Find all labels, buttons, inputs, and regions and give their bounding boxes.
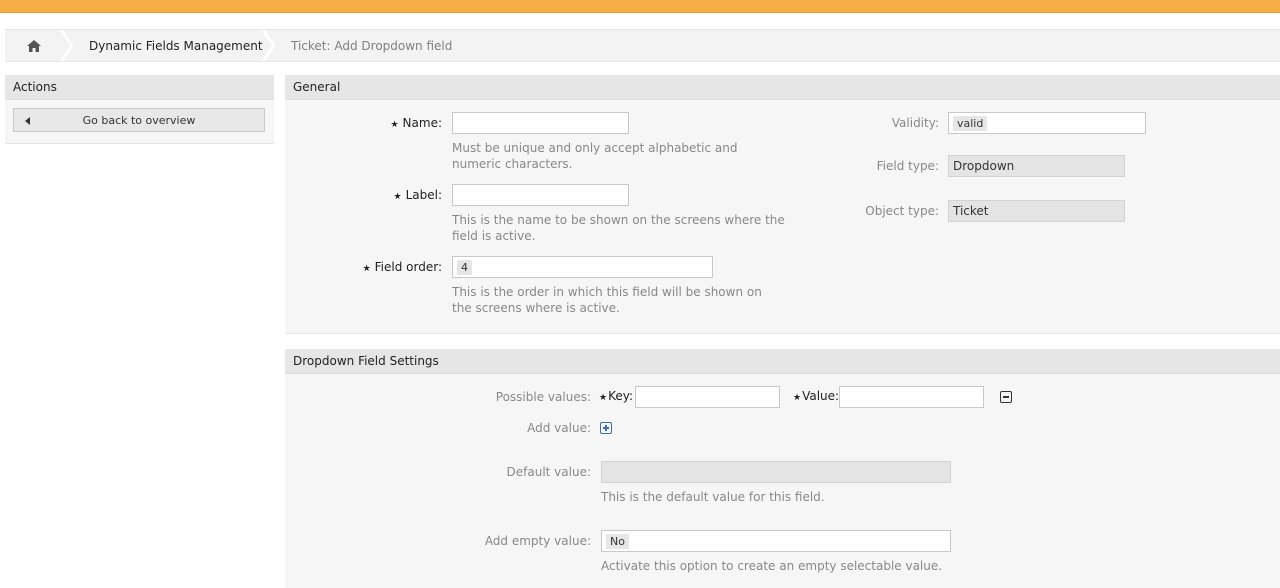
- possible-values-label: Possible values:: [495, 390, 591, 404]
- value-label: ★Value:: [793, 389, 840, 403]
- label-hint: This is the name to be shown on the scre…: [452, 213, 785, 243]
- actions-header: Actions: [5, 75, 274, 100]
- object-type-label: Object type:: [865, 204, 939, 218]
- general-panel: General ★ Name: Must be unique and only a…: [285, 75, 1280, 334]
- field-type-label: Field type:: [876, 159, 939, 173]
- default-value-hint: This is the default value for this field…: [601, 490, 825, 504]
- go-back-label: Go back to overview: [82, 113, 196, 127]
- general-header: General: [285, 75, 1280, 100]
- default-value-input[interactable]: [601, 461, 951, 483]
- add-value-icon[interactable]: [600, 422, 612, 434]
- home-icon: [27, 39, 41, 52]
- field-order-select[interactable]: 4: [452, 256, 713, 278]
- breadcrumb-separator: [263, 30, 275, 61]
- value-input[interactable]: [839, 386, 984, 408]
- add-value-label: Add value:: [527, 421, 591, 435]
- required-star-icon: ★: [793, 393, 802, 403]
- add-empty-value-value: No: [606, 534, 629, 549]
- validity-label: Validity:: [891, 116, 939, 130]
- label-input[interactable]: [452, 184, 629, 206]
- object-type-field: Ticket: [948, 200, 1125, 222]
- actions-sidebar: Actions Go back to overview: [5, 75, 274, 144]
- label-label: ★ Label:: [393, 188, 443, 202]
- required-star-icon: ★: [393, 192, 402, 202]
- dropdown-settings-panel: Dropdown Field Settings Possible values:…: [285, 349, 1280, 588]
- notification-bar: [0, 0, 1280, 13]
- add-empty-value-select[interactable]: No: [601, 530, 951, 552]
- object-type-value: Ticket: [953, 204, 989, 218]
- add-empty-value-label: Add empty value:: [484, 534, 591, 548]
- field-order-value: 4: [457, 260, 472, 275]
- breadcrumb-home[interactable]: [5, 30, 63, 61]
- go-back-button[interactable]: Go back to overview: [13, 108, 265, 132]
- key-label: ★Key:: [599, 389, 634, 403]
- validity-select[interactable]: valid: [948, 112, 1146, 134]
- field-type-value: Dropdown: [953, 159, 1015, 173]
- name-hint: Must be unique and only accept alphabeti…: [452, 141, 738, 171]
- breadcrumb-current: Ticket: Add Dropdown field: [291, 38, 453, 53]
- breadcrumb: Dynamic Fields Management Ticket: Add Dr…: [5, 29, 1280, 62]
- required-star-icon: ★: [599, 393, 608, 403]
- add-empty-value-hint: Activate this option to create an empty …: [601, 559, 943, 573]
- field-order-label: ★ Field order:: [362, 260, 442, 274]
- field-type-field: Dropdown: [948, 155, 1125, 177]
- required-star-icon: ★: [362, 264, 371, 274]
- remove-value-icon[interactable]: [1000, 391, 1012, 403]
- key-input[interactable]: [635, 386, 780, 408]
- breadcrumb-separator: [61, 30, 73, 61]
- name-input[interactable]: [452, 112, 629, 134]
- breadcrumb-dynamic-fields[interactable]: Dynamic Fields Management: [89, 30, 263, 61]
- field-order-hint: This is the order in which this field wi…: [452, 285, 762, 315]
- default-value-label: Default value:: [506, 465, 591, 479]
- caret-left-icon: [25, 117, 30, 125]
- validity-value: valid: [953, 116, 988, 131]
- dropdown-settings-header: Dropdown Field Settings: [285, 349, 1280, 374]
- required-star-icon: ★: [390, 120, 399, 130]
- name-label: ★ Name:: [390, 116, 442, 130]
